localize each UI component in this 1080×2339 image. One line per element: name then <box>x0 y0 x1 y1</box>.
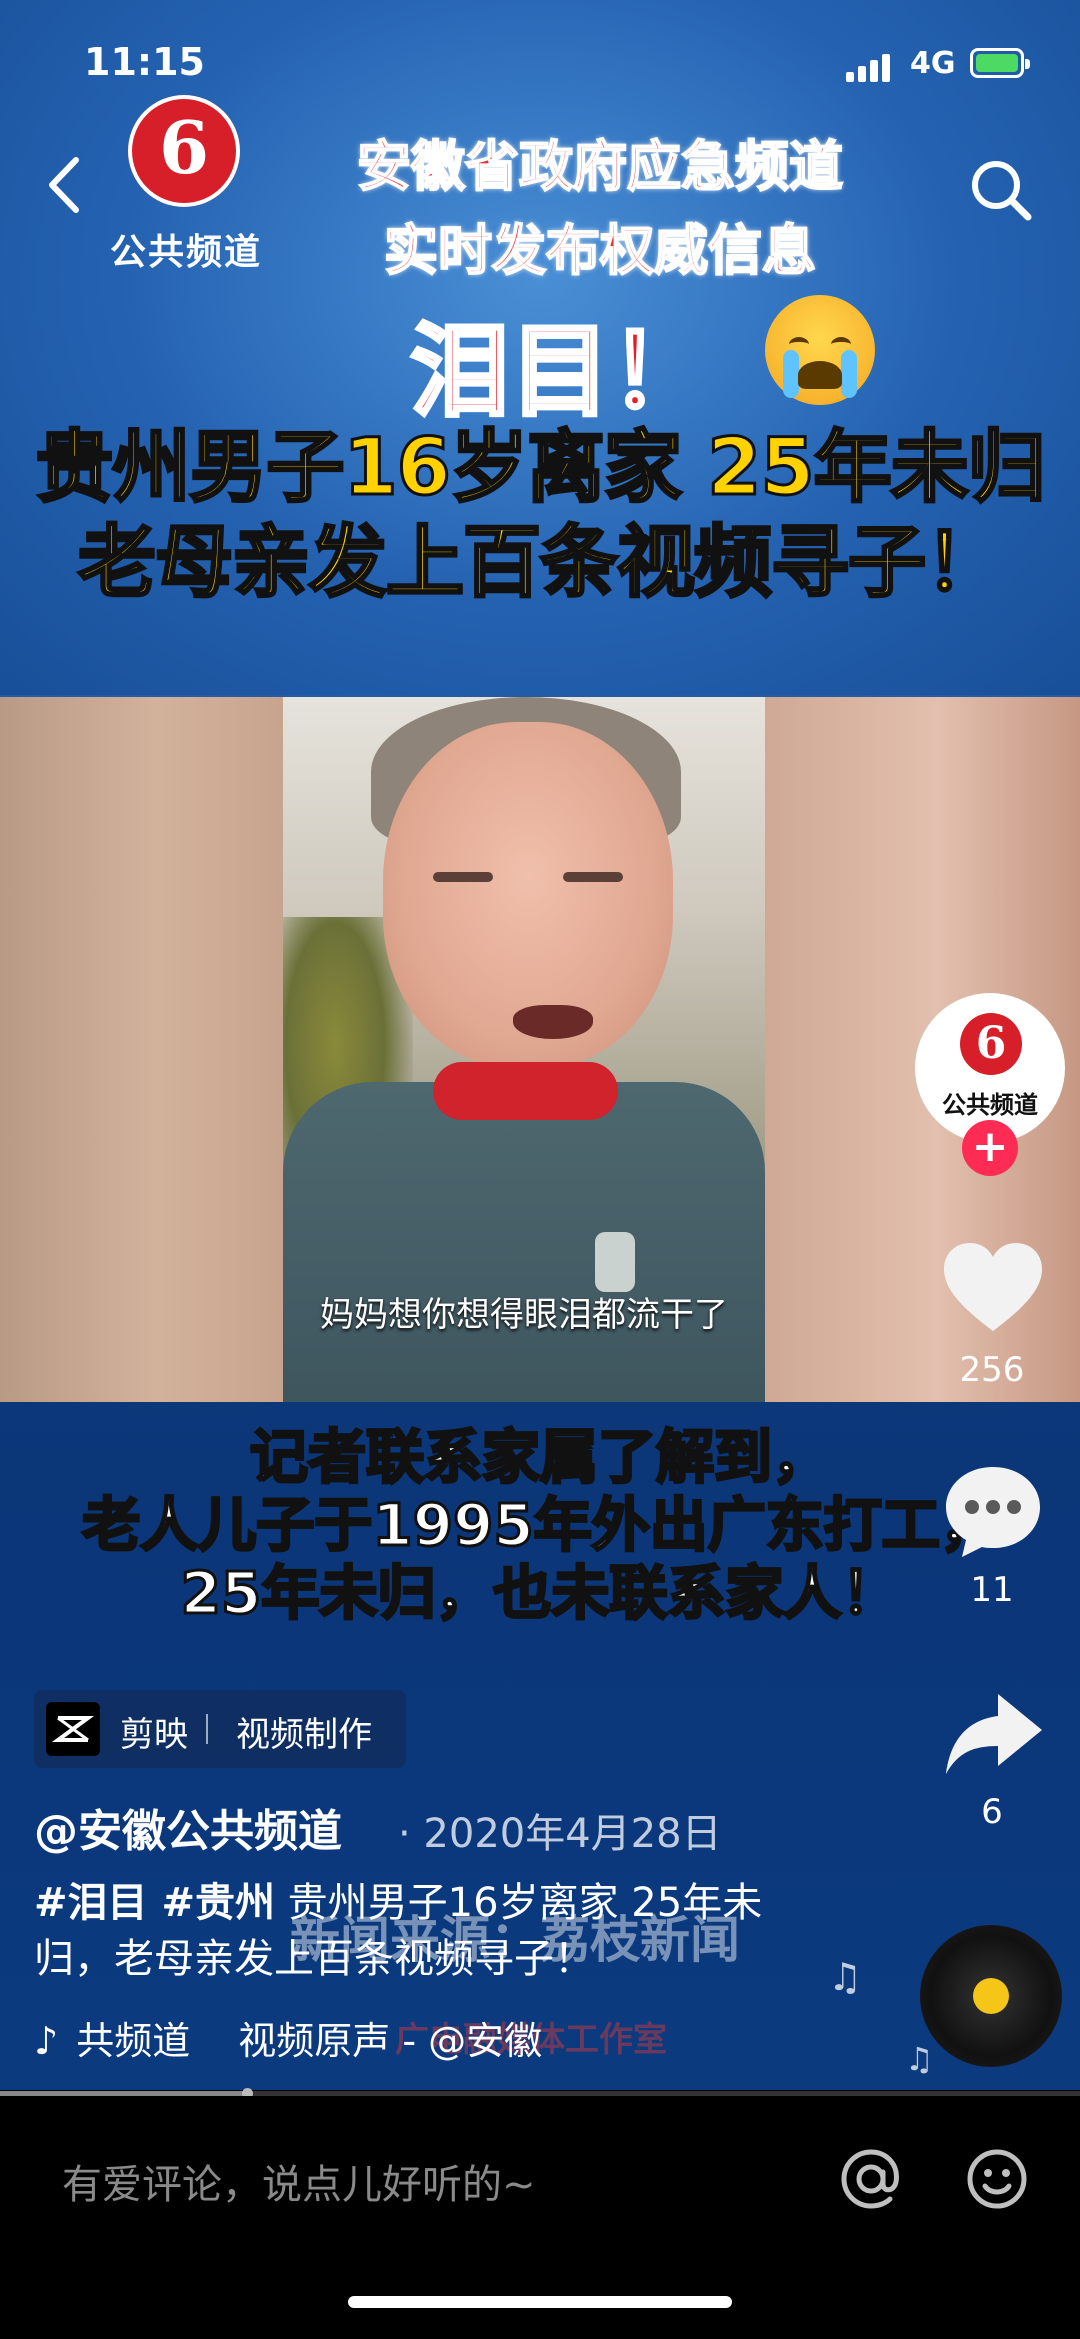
battery-icon <box>970 48 1030 78</box>
like-count: 256 <box>959 1350 1025 1390</box>
blurred-background-left <box>0 697 283 1402</box>
network-type: 4G <box>910 46 956 81</box>
music-left: 共频道 <box>76 2019 191 2063</box>
capcut-icon <box>46 1702 100 1756</box>
capcut-label: 视频制作 <box>236 1715 372 1755</box>
status-time: 11:15 <box>84 40 205 84</box>
music-disc[interactable] <box>920 1925 1062 2067</box>
floating-note-icon: ♫ <box>828 1955 863 1999</box>
share-icon <box>946 1694 1042 1774</box>
capcut-app-name: 剪映 <box>120 1715 188 1755</box>
banner-line-2: 实时发布权威信息 <box>383 218 817 283</box>
floating-note-icon-2: ♫ <box>905 2040 934 2078</box>
music-right: 视频原声 - @安徽 <box>238 2019 543 2063</box>
emoji-button[interactable] <box>962 2144 1032 2214</box>
post-date: · 2020年4月28日 <box>398 1811 722 1857</box>
follow-button[interactable]: + <box>962 1120 1018 1176</box>
music-note-icon: ♪ <box>34 2019 59 2063</box>
capcut-tag[interactable]: 剪映 视频制作 <box>34 1690 406 1768</box>
crying-emoji-icon <box>765 295 875 405</box>
hashtags[interactable]: #泪目 #贵州 <box>34 1880 275 1926</box>
badge <box>595 1232 635 1292</box>
channel-logo-mark: 6 <box>128 95 240 207</box>
smiley-icon <box>967 2149 1027 2209</box>
signal-icon <box>846 52 896 82</box>
channel-logo-text: 公共频道 <box>109 232 262 273</box>
comment-input[interactable]: 有爱评论，说点儿好听的~ <box>62 2152 536 2210</box>
at-mention-button[interactable] <box>836 2144 906 2214</box>
scarf <box>433 1062 618 1120</box>
comment-count: 11 <box>970 1570 1014 1610</box>
avatar-text: 公共频道 <box>942 1091 1038 1119</box>
video-player[interactable]: 11:15 4G 6 公共频道 安徽省政府应急频道 实时发布权威信息 泪目！ 贵… <box>0 0 1080 2090</box>
share-button[interactable] <box>938 1680 1048 1790</box>
heart-icon <box>944 1243 1042 1331</box>
video-frame: 妈妈想你想得眼泪都流干了 <box>283 697 765 1402</box>
caption-line-3: 25年未归，也未联系家人！ <box>179 1558 901 1629</box>
at-icon <box>841 2149 899 2209</box>
coat <box>283 1082 765 1402</box>
channel-logo: 6 公共频道 <box>96 95 276 275</box>
home-indicator[interactable] <box>348 2296 732 2308</box>
music-info[interactable]: ♪ 共频道 视频原声 - @安徽 <box>34 2010 542 2065</box>
post-description: #泪目 #贵州 贵州男子16岁离家 25年未归，老母亲发上百条视频寻子！ <box>34 1875 794 1987</box>
search-icon <box>972 161 1032 221</box>
video-title-2: 老母亲发上百条视频寻子！ <box>76 517 1004 610</box>
comment-button[interactable] <box>938 1455 1048 1565</box>
video-subtitle: 妈妈想你想得眼泪都流干了 <box>320 1295 728 1335</box>
like-button[interactable] <box>938 1235 1048 1345</box>
back-button[interactable] <box>40 150 90 220</box>
comment-icon <box>946 1467 1040 1557</box>
share-count: 6 <box>981 1792 1003 1832</box>
woman-face <box>383 722 673 1067</box>
banner-line-1: 安徽省政府应急频道 <box>356 134 844 199</box>
author-name[interactable]: @安徽公共频道 <box>34 1795 342 1859</box>
search-button[interactable] <box>966 155 1036 225</box>
